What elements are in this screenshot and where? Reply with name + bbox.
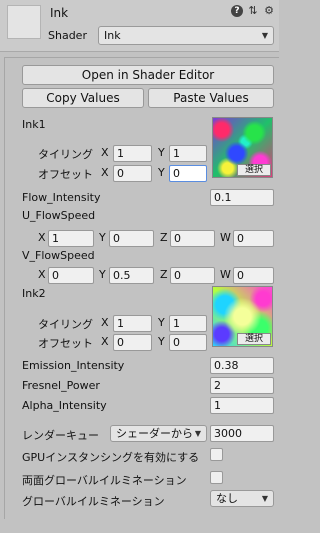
render-queue-label: レンダーキュー (22, 429, 99, 442)
flow-intensity-label: Flow_Intensity (22, 191, 101, 204)
material-header: Ink ? ⇅ ⚙ Shader Ink ▼ (0, 0, 279, 52)
chevron-down-icon: ▼ (261, 31, 268, 40)
ink1-offset-x-axis: X (101, 166, 109, 179)
u-flowspeed-x-axis: X (38, 231, 46, 244)
ink2-tiling-x-axis: X (101, 316, 109, 329)
gpu-instancing-checkbox[interactable] (210, 448, 223, 461)
preset-icon[interactable]: ⇅ (247, 5, 259, 17)
u-flowspeed-w-axis: W (220, 231, 231, 244)
ink2-offset-label: オフセット (38, 337, 93, 350)
copy-values-button[interactable]: Copy Values (22, 88, 144, 108)
ink1-label: Ink1 (22, 118, 46, 131)
global-illumination-dropdown[interactable]: なし ▼ (210, 490, 274, 507)
v-flowspeed-y-axis: Y (99, 268, 106, 281)
fresnel-power-field[interactable]: 2 (210, 377, 274, 394)
ink1-offset-x-field[interactable]: 0 (113, 165, 152, 182)
ink2-offset-y-axis: Y (158, 335, 165, 348)
v-flowspeed-z-field[interactable]: 0 (170, 267, 215, 284)
u-flowspeed-y-field[interactable]: 0 (109, 230, 154, 247)
ink1-tiling-label: タイリング (38, 148, 93, 161)
ink1-offset-y-field[interactable]: 0 (169, 165, 207, 182)
ink2-offset-y-field[interactable]: 0 (169, 334, 207, 351)
ink1-tiling-x-axis: X (101, 146, 109, 159)
u-flowspeed-label: U_FlowSpeed (22, 209, 96, 222)
global-illumination-label: グローバルイルミネーション (22, 495, 165, 508)
material-preview-thumbnail (7, 5, 41, 39)
ink2-texture-slot[interactable]: 選択 (212, 286, 273, 347)
v-flowspeed-y-field[interactable]: 0.5 (109, 267, 154, 284)
v-flowspeed-x-axis: X (38, 268, 46, 281)
shader-dropdown-value: Ink (104, 29, 121, 42)
chevron-down-icon: ▼ (194, 429, 201, 438)
header-icons: ? ⇅ ⚙ (231, 5, 275, 17)
u-flowspeed-w-field[interactable]: 0 (233, 230, 274, 247)
ink2-tiling-y-axis: Y (158, 316, 165, 329)
ink2-offset-x-axis: X (101, 335, 109, 348)
v-flowspeed-z-axis: Z (160, 268, 168, 281)
ink1-offset-label: オフセット (38, 168, 93, 181)
ink1-select-button[interactable]: 選択 (237, 164, 271, 176)
double-sided-gi-label: 両面グローバルイルミネーション (22, 474, 187, 487)
help-icon[interactable]: ? (231, 5, 243, 17)
shader-label: Shader (48, 29, 87, 42)
global-illumination-value: なし (216, 492, 238, 505)
u-flowspeed-x-field[interactable]: 1 (48, 230, 94, 247)
emission-intensity-label: Emission_Intensity (22, 359, 125, 372)
open-shader-editor-button[interactable]: Open in Shader Editor (22, 65, 274, 85)
render-queue-field[interactable]: 3000 (210, 425, 274, 442)
render-queue-mode-dropdown[interactable]: シェーダーから ▼ (110, 425, 207, 442)
bottom-area (0, 519, 279, 533)
ink2-tiling-y-field[interactable]: 1 (169, 315, 207, 332)
ink2-label: Ink2 (22, 287, 46, 300)
v-flowspeed-x-field[interactable]: 0 (48, 267, 94, 284)
ink2-select-button[interactable]: 選択 (237, 333, 271, 345)
u-flowspeed-z-axis: Z (160, 231, 168, 244)
v-flowspeed-w-field[interactable]: 0 (233, 267, 274, 284)
ink1-offset-y-axis: Y (158, 166, 165, 179)
alpha-intensity-label: Alpha_Intensity (22, 399, 107, 412)
alpha-intensity-field[interactable]: 1 (210, 397, 274, 414)
shader-dropdown[interactable]: Ink ▼ (98, 26, 274, 45)
render-queue-mode-value: シェーダーから (116, 427, 193, 440)
ink1-tiling-x-field[interactable]: 1 (113, 145, 152, 162)
paste-values-button[interactable]: Paste Values (148, 88, 274, 108)
ink2-offset-x-field[interactable]: 0 (113, 334, 152, 351)
ink2-tiling-label: タイリング (38, 318, 93, 331)
v-flowspeed-w-axis: W (220, 268, 231, 281)
fresnel-power-label: Fresnel_Power (22, 379, 100, 392)
flow-intensity-field[interactable]: 0.1 (210, 189, 274, 206)
settings-gear-icon[interactable]: ⚙ (263, 5, 275, 17)
ink1-tiling-y-field[interactable]: 1 (169, 145, 207, 162)
material-name: Ink (50, 6, 69, 20)
v-flowspeed-label: V_FlowSpeed (22, 249, 95, 262)
u-flowspeed-y-axis: Y (99, 231, 106, 244)
ink1-tiling-y-axis: Y (158, 146, 165, 159)
double-sided-gi-checkbox[interactable] (210, 471, 223, 484)
ink1-texture-slot[interactable]: 選択 (212, 117, 273, 178)
gpu-instancing-label: GPUインスタンシングを有効にする (22, 451, 200, 464)
u-flowspeed-z-field[interactable]: 0 (170, 230, 215, 247)
ink2-tiling-x-field[interactable]: 1 (113, 315, 152, 332)
chevron-down-icon: ▼ (261, 494, 268, 503)
emission-intensity-field[interactable]: 0.38 (210, 357, 274, 374)
